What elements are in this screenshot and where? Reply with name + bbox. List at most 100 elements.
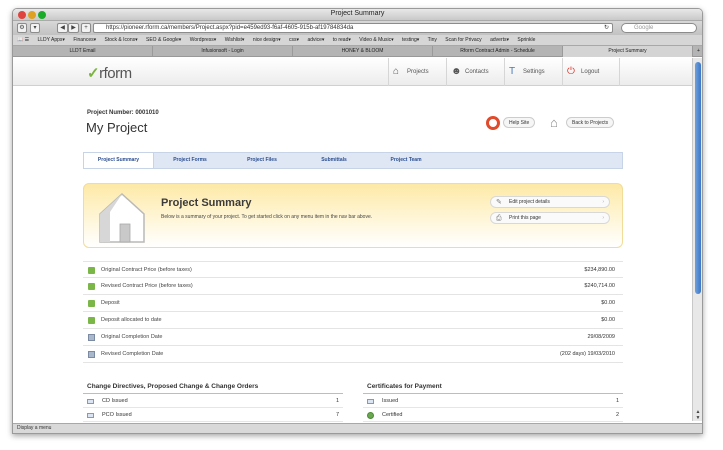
settings-icon: T <box>509 66 516 77</box>
bookmark-icon[interactable]: ▾ <box>30 23 40 33</box>
status-bar: Display a menu <box>13 423 702 433</box>
lifebuoy-icon <box>486 116 500 130</box>
certificates-heading: Certificates for Payment <box>367 383 442 390</box>
house-icon: ⌂ <box>550 115 558 130</box>
search-input[interactable]: Google <box>621 23 697 33</box>
table-row: Revised Completion Date (202 days) 19/03… <box>83 346 623 363</box>
row-value: $234,890.00 <box>584 267 615 273</box>
reload-icon[interactable]: ↻ <box>604 24 609 32</box>
new-tab-button[interactable]: + <box>693 46 702 57</box>
bookmark-item[interactable]: Tiny <box>428 37 437 43</box>
edit-project-button[interactable]: ✎ Edit project details › <box>490 196 610 208</box>
bookmark-item[interactable]: Wordpress▾ <box>190 37 217 43</box>
print-icon: ⎙ <box>496 215 502 222</box>
summary-table: Original Contract Price (before taxes) $… <box>83 261 623 363</box>
money-icon <box>88 300 95 307</box>
window-title: Project Summary <box>330 10 385 17</box>
nav-logout[interactable]: ⏻ Logout <box>562 58 620 86</box>
calendar-icon <box>88 334 95 341</box>
house-icon: ⌂ <box>393 66 400 77</box>
bookmark-item[interactable]: Stock & Icons▾ <box>105 37 138 43</box>
list-item[interactable]: Certified 2 <box>363 409 623 422</box>
changes-heading: Change Directives, Proposed Change & Cha… <box>87 383 259 390</box>
calendar-icon <box>88 351 95 358</box>
row-value: (202 days) 19/03/2010 <box>559 351 615 357</box>
row-value: $0.00 <box>601 317 615 323</box>
table-row: Revised Contract Price (before taxes) $2… <box>83 278 623 295</box>
address-bar[interactable]: https://pioneer.rform.ca/members/Project… <box>93 23 613 33</box>
table-row: Original Completion Date 29/08/2009 <box>83 329 623 346</box>
summary-banner: Project Summary Below is a summary of yo… <box>83 183 623 248</box>
list-item[interactable]: CD Issued 1 <box>83 395 343 408</box>
bookmark-item[interactable]: SEO & Google▾ <box>146 37 181 43</box>
rform-logo[interactable]: ✓rform <box>87 64 132 82</box>
url-text: https://pioneer.rform.ca/members/Project… <box>106 25 354 31</box>
money-icon <box>88 267 95 274</box>
tab-submittals[interactable]: Submittals <box>298 153 370 168</box>
bookmark-item[interactable]: testing▾ <box>402 37 419 43</box>
bookmark-item[interactable]: Scan for Privacy <box>445 37 481 43</box>
bookmark-item[interactable]: nice design▾ <box>253 37 281 43</box>
table-row: Deposit $0.00 <box>83 295 623 312</box>
list-item[interactable]: Issued 1 <box>363 395 623 408</box>
browser-window: Project Summary ⚙ ▾ ◀ ▶ + https://pionee… <box>12 8 703 434</box>
bookmark-item[interactable]: css▾ <box>289 37 299 43</box>
browser-tab[interactable]: Infusionsoft - Login <box>153 46 293 57</box>
check-circle-icon <box>367 412 374 419</box>
bookmark-item[interactable]: LLDY Apps▾ <box>38 37 65 43</box>
bookmark-item[interactable]: Wishlist▾ <box>225 37 245 43</box>
page-content: Project Number: 0001010 My Project Help … <box>13 87 692 433</box>
row-label: Revised Contract Price (before taxes) <box>101 283 193 289</box>
row-value: $0.00 <box>601 300 615 306</box>
browser-tab-active[interactable]: Project Summary <box>563 46 693 57</box>
bookmarks-bar: 📖 ☰ LLDY Apps▾ Finances▾ Stock & Icons▾ … <box>13 35 702 46</box>
forward-button[interactable]: ▶ <box>68 23 79 33</box>
document-icon <box>367 399 374 404</box>
money-icon <box>88 317 95 324</box>
table-row: Original Contract Price (before taxes) $… <box>83 261 623 278</box>
bookmark-item[interactable]: Sprinkle <box>517 37 535 43</box>
house-icon <box>99 192 145 243</box>
browser-tab[interactable]: Rform Contract Admin - Schedule <box>433 46 563 57</box>
nav-settings[interactable]: T Settings <box>504 58 562 86</box>
bookmark-item[interactable]: advice▾ <box>307 37 324 43</box>
vertical-scrollbar[interactable]: ▲ ▼ <box>692 58 702 421</box>
bookmark-item[interactable]: adverts▾ <box>490 37 509 43</box>
table-row: Deposit allocated to date $0.00 <box>83 312 623 329</box>
settings-icon[interactable]: ⚙ <box>17 23 27 33</box>
browser-toolbar: ⚙ ▾ ◀ ▶ + https://pioneer.rform.ca/membe… <box>13 21 702 35</box>
divider <box>83 393 343 394</box>
print-page-button[interactable]: ⎙ Print this page › <box>490 212 610 224</box>
logout-icon: ⏻ <box>567 66 575 77</box>
page-title: My Project <box>86 120 148 135</box>
tab-project-team[interactable]: Project Team <box>370 153 442 168</box>
help-site-button[interactable]: Help Site <box>486 116 536 130</box>
add-bookmark-button[interactable]: + <box>81 23 91 33</box>
bookmark-item[interactable]: to read▾ <box>333 37 351 43</box>
title-bar: Project Summary <box>13 9 702 21</box>
site-header: ✓rform ⌂ Projects ☻ Contacts T Settings … <box>13 58 692 86</box>
summary-description: Below is a summary of your project. To g… <box>161 214 373 220</box>
back-to-projects-button[interactable]: ⌂ Back to Projects <box>550 115 615 130</box>
row-label: Original Contract Price (before taxes) <box>101 267 192 273</box>
chevron-right-icon: › <box>602 199 604 205</box>
divider <box>363 393 623 394</box>
tab-project-summary[interactable]: Project Summary <box>84 153 154 168</box>
nav-contacts[interactable]: ☻ Contacts <box>446 58 504 86</box>
list-item[interactable]: PCO Issued 7 <box>83 409 343 422</box>
back-button[interactable]: ◀ <box>57 23 68 33</box>
nav-projects[interactable]: ⌂ Projects <box>388 58 446 86</box>
tab-project-files[interactable]: Project Files <box>226 153 298 168</box>
scroll-arrows[interactable]: ▲ ▼ <box>694 409 702 421</box>
tab-project-forms[interactable]: Project Forms <box>154 153 226 168</box>
scroll-thumb[interactable] <box>695 62 701 294</box>
row-value: 29/08/2009 <box>587 334 615 340</box>
contacts-icon: ☻ <box>451 66 462 77</box>
bookmark-item[interactable]: Video & Music▾ <box>359 37 393 43</box>
browser-tab[interactable]: HONEY & BLOOM <box>293 46 433 57</box>
book-icon[interactable]: 📖 ☰ <box>17 37 29 43</box>
bookmark-item[interactable]: Finances▾ <box>73 37 96 43</box>
browser-tab[interactable]: LLDT Email <box>13 46 153 57</box>
project-number: Project Number: 0001010 <box>87 110 159 116</box>
edit-icon: ✎ <box>496 199 502 206</box>
